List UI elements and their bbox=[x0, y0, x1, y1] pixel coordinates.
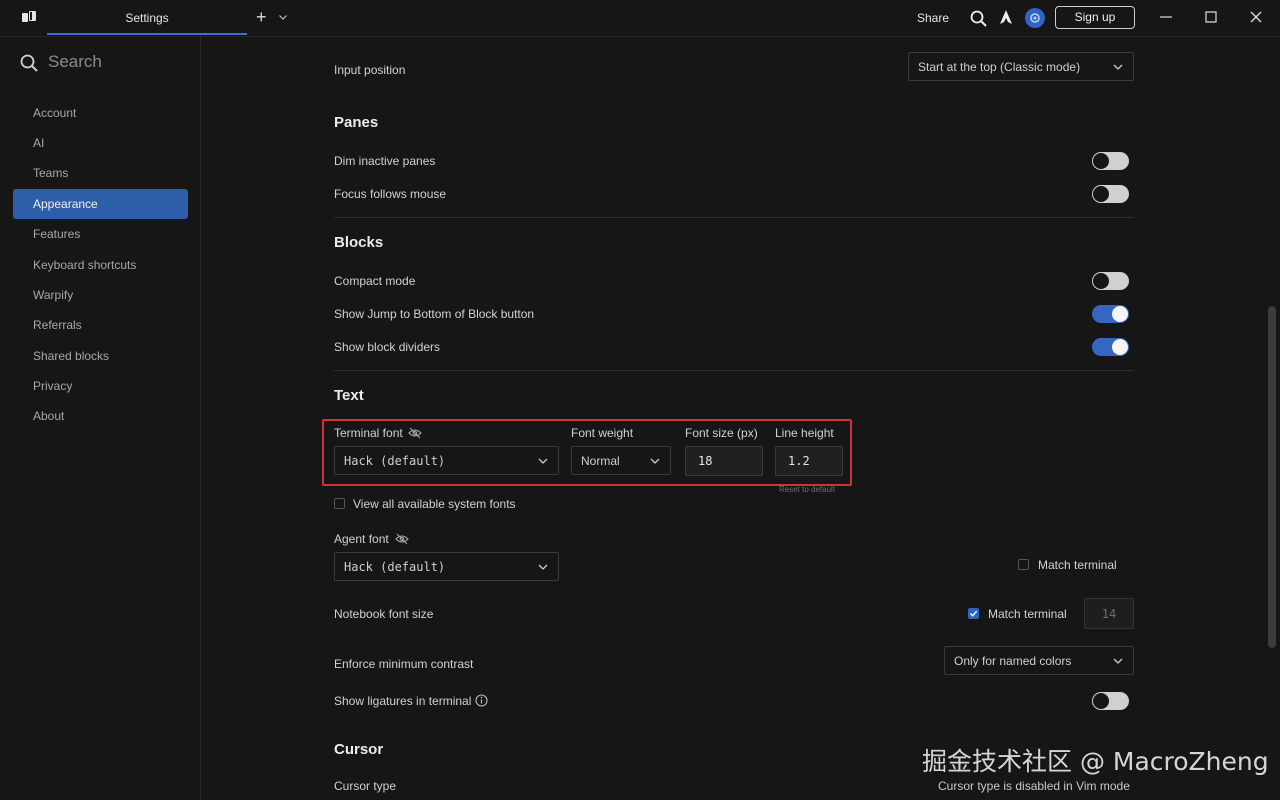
ligatures-label: Show ligatures in terminal bbox=[334, 694, 472, 708]
cursor-type-label: Cursor type bbox=[334, 779, 397, 793]
dim-inactive-panes-toggle[interactable] bbox=[1092, 152, 1129, 170]
tab-settings[interactable]: Settings bbox=[47, 0, 247, 35]
minimize-icon[interactable] bbox=[1158, 9, 1174, 25]
font-weight-dropdown[interactable]: Normal bbox=[571, 446, 671, 475]
enforce-contrast-dropdown[interactable]: Only for named colors bbox=[944, 646, 1134, 675]
agent-font-value: Hack (default) bbox=[344, 559, 446, 574]
block-dividers-label: Show block dividers bbox=[334, 340, 441, 354]
toggle-knob bbox=[1112, 339, 1128, 355]
chevron-down-icon[interactable] bbox=[279, 15, 287, 20]
eye-off-icon[interactable] bbox=[395, 533, 409, 545]
sidebar-item-warpify[interactable]: Warpify bbox=[13, 280, 188, 310]
input-position-value: Start at the top (Classic mode) bbox=[918, 59, 1081, 74]
toggle-knob bbox=[1093, 153, 1109, 169]
scrollbar-thumb[interactable] bbox=[1268, 306, 1276, 648]
enforce-contrast-value: Only for named colors bbox=[954, 653, 1072, 668]
agent-match-terminal-label: Match terminal bbox=[1038, 558, 1117, 572]
sidebar-item-shared-blocks[interactable]: Shared blocks bbox=[13, 341, 188, 371]
notebook-font-size-label: Notebook font size bbox=[334, 607, 434, 621]
new-tab-button[interactable]: + bbox=[256, 8, 267, 26]
chevron-down-icon bbox=[538, 564, 548, 570]
notebook-font-size-input[interactable]: 14 bbox=[1084, 598, 1134, 629]
reset-to-default-link[interactable]: Reset to default bbox=[779, 485, 835, 494]
blocks-heading: Blocks bbox=[334, 234, 384, 251]
compact-mode-toggle[interactable] bbox=[1092, 272, 1129, 290]
sidebar-item-keyboard-shortcuts[interactable]: Keyboard shortcuts bbox=[13, 250, 188, 280]
terminal-font-value: Hack (default) bbox=[344, 453, 446, 468]
sidebar-item-ai[interactable]: AI bbox=[13, 128, 188, 158]
info-icon[interactable] bbox=[475, 694, 488, 707]
chevron-down-icon bbox=[1113, 658, 1123, 664]
font-size-input[interactable]: 18 bbox=[685, 446, 763, 476]
sidebar-item-features[interactable]: Features bbox=[13, 219, 188, 249]
close-icon[interactable] bbox=[1248, 9, 1264, 25]
terminal-font-label: Terminal font bbox=[334, 426, 403, 440]
sidebar-item-teams[interactable]: Teams bbox=[13, 158, 188, 188]
section-divider bbox=[334, 370, 1134, 371]
panes-heading: Panes bbox=[334, 114, 379, 131]
toggle-knob bbox=[1112, 306, 1128, 322]
settings-search-input[interactable] bbox=[48, 50, 188, 74]
jump-to-bottom-toggle[interactable] bbox=[1092, 305, 1129, 323]
block-dividers-toggle[interactable] bbox=[1092, 338, 1129, 356]
line-height-value: 1.2 bbox=[788, 454, 810, 468]
eye-off-icon[interactable] bbox=[408, 427, 422, 439]
sidebar-item-privacy[interactable]: Privacy bbox=[13, 371, 188, 401]
warp-logo-icon[interactable] bbox=[22, 11, 36, 23]
tab-title: Settings bbox=[125, 11, 169, 25]
input-position-label: Input position bbox=[334, 63, 406, 77]
sidebar-item-about[interactable]: About bbox=[13, 401, 188, 431]
font-size-label: Font size (px) bbox=[685, 426, 758, 440]
appearance-settings-panel: Input position Start at the top (Classic… bbox=[201, 36, 1280, 800]
avatar-settings-badge[interactable] bbox=[1025, 8, 1045, 28]
view-all-fonts-checkbox[interactable] bbox=[334, 498, 345, 509]
notebook-font-size-value: 14 bbox=[1101, 607, 1117, 621]
agent-font-label: Agent font bbox=[334, 532, 389, 546]
watermark-text: 掘金技术社区 @ MacroZheng bbox=[922, 747, 1269, 776]
view-all-fonts-label: View all available system fonts bbox=[353, 497, 516, 511]
line-height-label: Line height bbox=[775, 426, 834, 440]
toggle-knob bbox=[1093, 273, 1109, 289]
notebook-match-terminal-checkbox[interactable] bbox=[968, 608, 979, 619]
notebook-match-terminal-label: Match terminal bbox=[988, 607, 1067, 621]
chevron-down-icon bbox=[1113, 64, 1123, 70]
agent-match-terminal-checkbox[interactable] bbox=[1018, 559, 1029, 570]
gear-icon bbox=[1030, 13, 1040, 23]
dim-inactive-panes-label: Dim inactive panes bbox=[334, 154, 436, 168]
search-icon[interactable] bbox=[970, 10, 987, 27]
sidebar-item-account[interactable]: Account bbox=[13, 98, 188, 128]
sidebar-item-appearance[interactable]: Appearance bbox=[13, 189, 188, 219]
search-icon bbox=[20, 54, 38, 72]
compact-mode-label: Compact mode bbox=[334, 274, 416, 288]
enforce-contrast-label: Enforce minimum contrast bbox=[334, 657, 474, 671]
line-height-input[interactable]: 1.2 bbox=[775, 446, 843, 476]
chevron-down-icon bbox=[538, 458, 548, 464]
input-position-dropdown[interactable]: Start at the top (Classic mode) bbox=[908, 52, 1134, 81]
checkmark-icon bbox=[969, 610, 978, 617]
title-bar: Settings + Share Sign up bbox=[0, 0, 1280, 37]
cursor-heading: Cursor bbox=[334, 741, 384, 758]
jump-to-bottom-label: Show Jump to Bottom of Block button bbox=[334, 307, 535, 321]
focus-follows-mouse-toggle[interactable] bbox=[1092, 185, 1129, 203]
terminal-font-dropdown[interactable]: Hack (default) bbox=[334, 446, 559, 475]
cursor-type-note: Cursor type is disabled in Vim mode bbox=[938, 779, 1130, 793]
text-heading: Text bbox=[334, 387, 364, 404]
agent-font-dropdown[interactable]: Hack (default) bbox=[334, 552, 559, 581]
toggle-knob bbox=[1093, 186, 1109, 202]
share-button[interactable]: Share bbox=[917, 11, 949, 25]
sidebar-item-referrals[interactable]: Referrals bbox=[13, 310, 188, 340]
font-weight-value: Normal bbox=[581, 453, 620, 468]
maximize-icon[interactable] bbox=[1203, 9, 1219, 25]
section-divider bbox=[334, 217, 1134, 218]
focus-follows-mouse-label: Focus follows mouse bbox=[334, 187, 447, 201]
sign-up-button[interactable]: Sign up bbox=[1055, 6, 1135, 29]
settings-sidebar: AccountAITeamsAppearanceFeaturesKeyboard… bbox=[0, 36, 201, 800]
font-size-value: 18 bbox=[698, 454, 713, 468]
ligatures-toggle[interactable] bbox=[1092, 692, 1129, 710]
rocket-icon[interactable] bbox=[999, 10, 1013, 26]
toggle-knob bbox=[1093, 693, 1109, 709]
font-weight-label: Font weight bbox=[571, 426, 634, 440]
chevron-down-icon bbox=[650, 458, 660, 464]
